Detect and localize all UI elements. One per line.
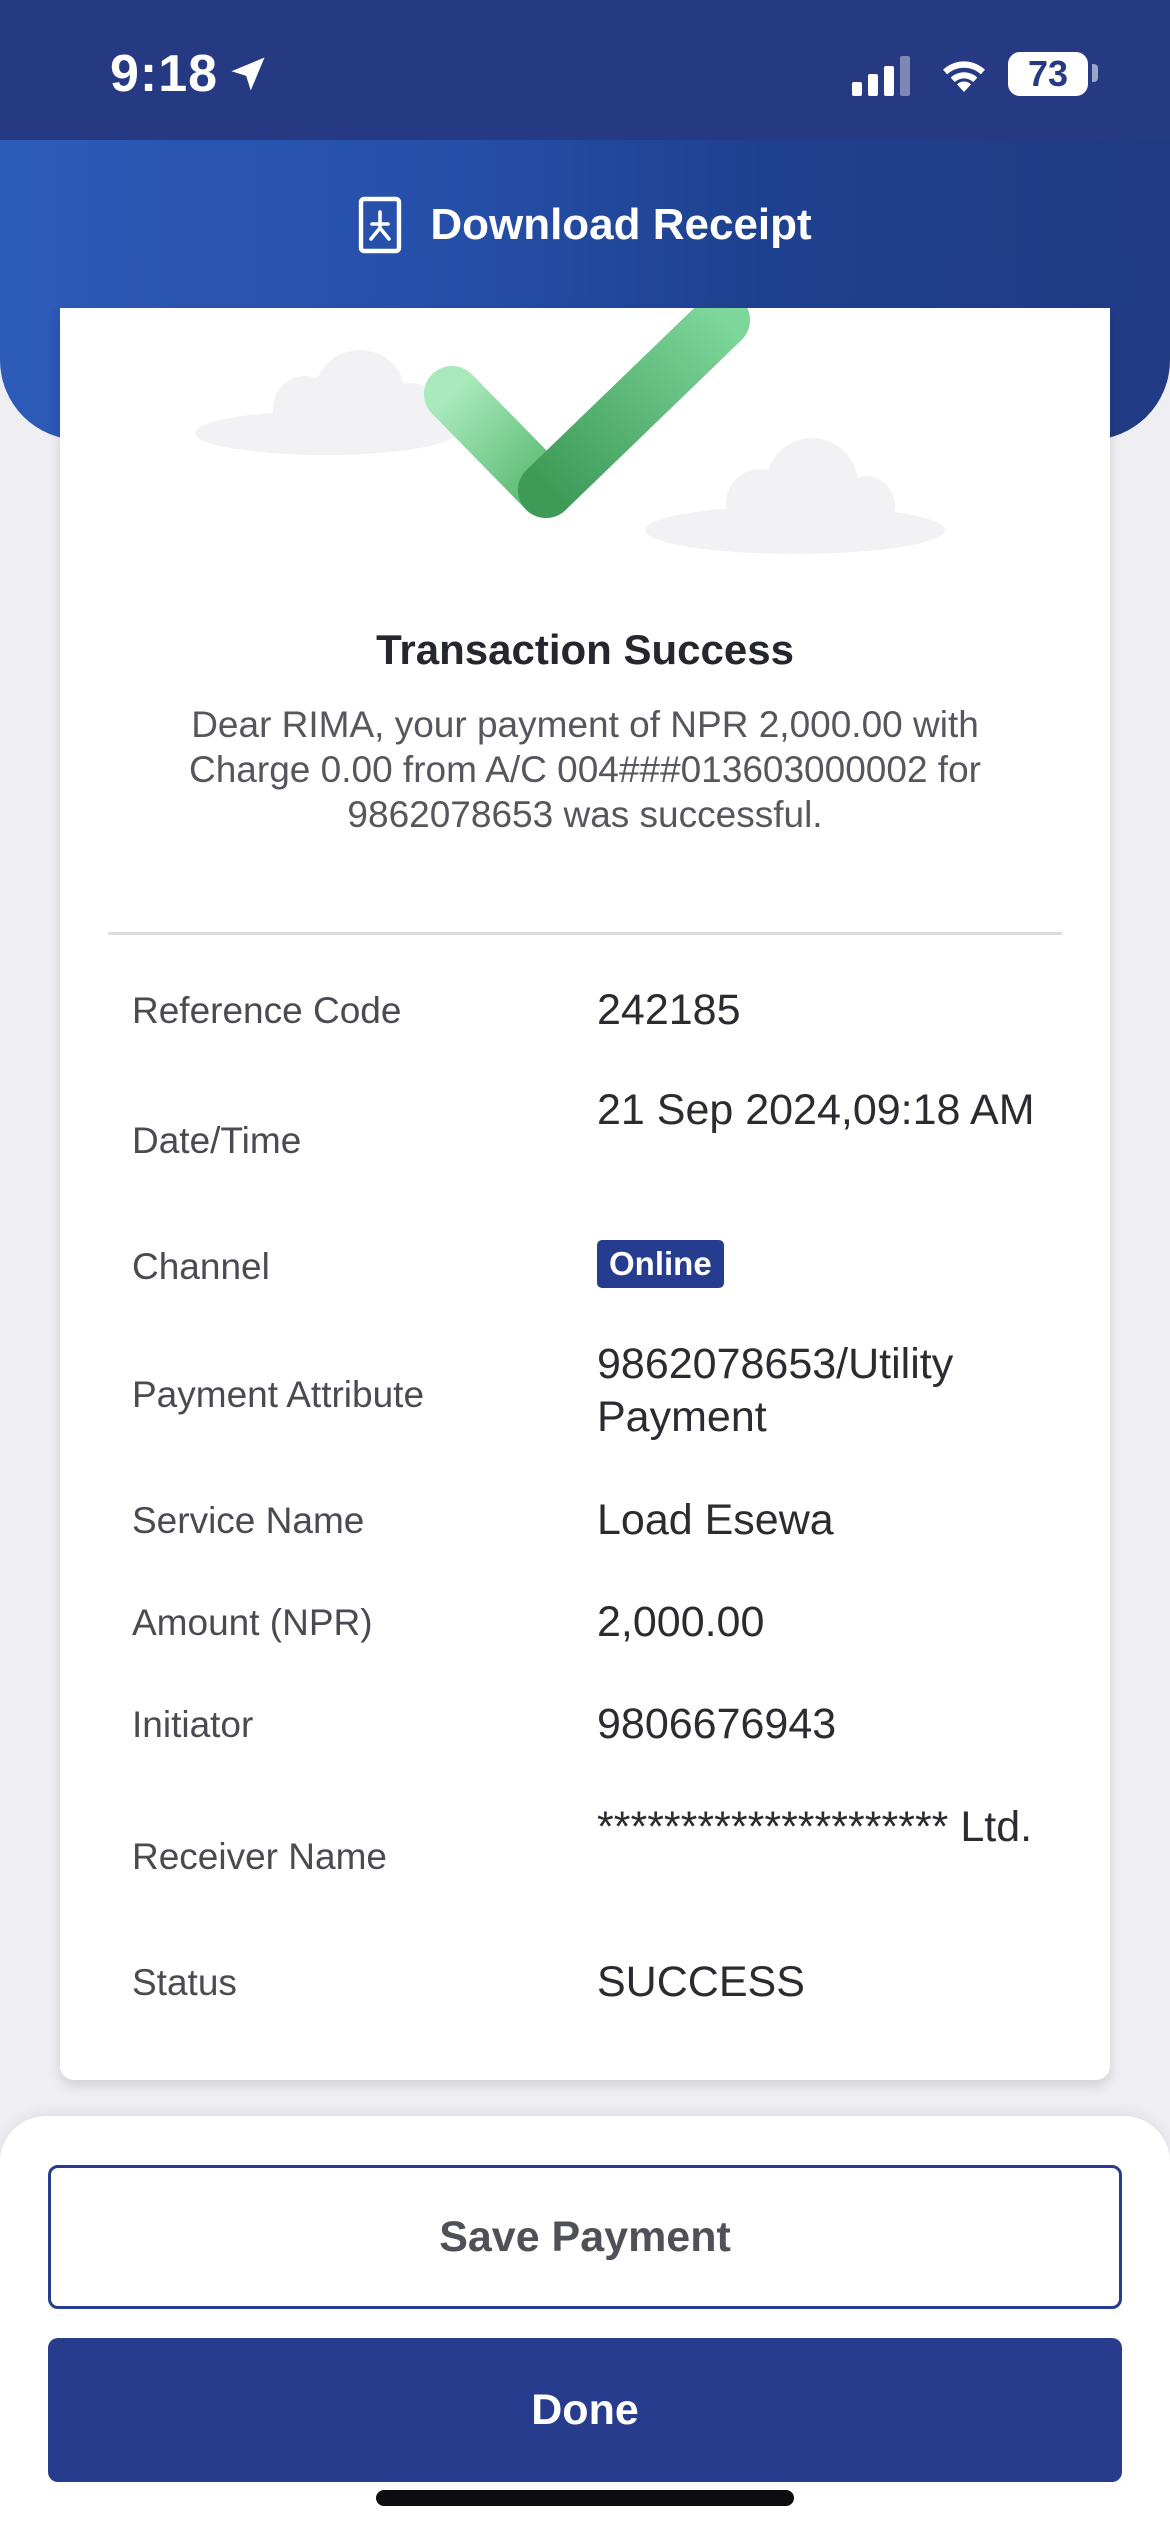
detail-value: ********************* Ltd. <box>597 1803 1033 1851</box>
home-indicator[interactable] <box>376 2490 794 2506</box>
battery-cap <box>1092 64 1098 82</box>
detail-value: 2,000.00 <box>597 1598 765 1646</box>
detail-value: 21 Sep 2024,09:18 AM <box>597 1086 1035 1134</box>
transaction-message: Dear RIMA, your payment of NPR 2,000.00 … <box>189 704 981 835</box>
status-bar: 9:18 73 <box>0 0 1170 140</box>
detail-label: Payment Attribute <box>132 1374 425 1415</box>
divider <box>108 932 1062 935</box>
detail-value: 9806676943 <box>597 1700 837 1748</box>
battery-level: 73 <box>1027 53 1069 94</box>
detail-label: Status <box>132 1962 237 2003</box>
success-checkmark-icon <box>195 308 945 554</box>
location-arrow-icon <box>231 57 265 91</box>
detail-value: Load Esewa <box>597 1496 834 1544</box>
detail-label: Reference Code <box>132 990 402 1031</box>
cellular-signal-icon <box>852 56 910 96</box>
battery-icon: 73 <box>1008 52 1088 96</box>
bottom-action-sheet: Save Payment Done <box>0 2116 1170 2532</box>
status-time: 9:18 <box>110 45 219 103</box>
detail-label: Channel <box>132 1246 270 1287</box>
detail-label: Initiator <box>132 1704 254 1745</box>
channel-badge: Online <box>597 1240 724 1288</box>
pdf-document-icon <box>359 196 402 254</box>
detail-label: Service Name <box>132 1500 365 1541</box>
detail-label: Date/Time <box>132 1120 302 1161</box>
detail-value: SUCCESS <box>597 1958 805 2006</box>
detail-label: Receiver Name <box>132 1836 387 1877</box>
receipt-card: Transaction Success Dear RIMA, your paym… <box>60 308 1110 2080</box>
done-button[interactable]: Done <box>48 2338 1122 2482</box>
download-receipt-label: Download Receipt <box>430 200 812 249</box>
detail-value: 242185 <box>597 986 741 1034</box>
save-payment-button[interactable]: Save Payment <box>48 2165 1122 2309</box>
download-receipt-button[interactable]: Download Receipt <box>0 140 1170 310</box>
transaction-status-title: Transaction Success <box>376 626 794 673</box>
wifi-icon <box>943 61 985 92</box>
receipt-screen: 9:18 73 Download Receipt Transaction Suc… <box>0 0 1170 2532</box>
detail-value: 9862078653/Utility Payment <box>597 1340 954 1441</box>
detail-label: Amount (NPR) <box>132 1602 373 1643</box>
